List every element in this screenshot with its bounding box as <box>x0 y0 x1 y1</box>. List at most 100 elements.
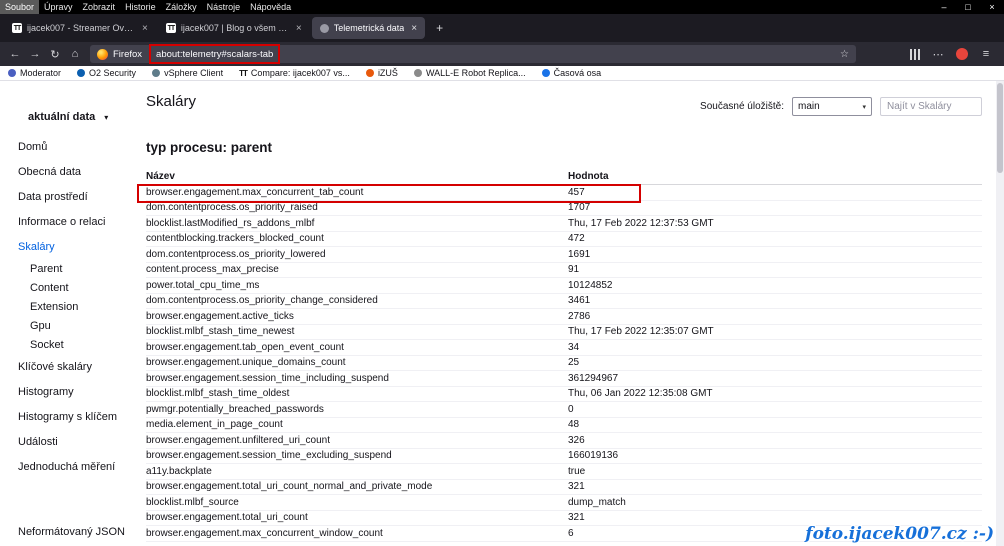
forward-button[interactable]: → <box>26 45 44 63</box>
table-row[interactable]: content.process_max_precise91 <box>146 263 982 279</box>
table-row[interactable]: blocklist.mlbf_stash_time_oldestThu, 06 … <box>146 387 982 403</box>
table-row[interactable]: browser.engagement.tab_open_event_count3… <box>146 340 982 356</box>
tab-close-icon[interactable]: × <box>411 23 417 34</box>
menu-item-soubor[interactable]: Soubor <box>0 0 39 14</box>
table-row[interactable]: pwmgr.potentially_breached_passwords0 <box>146 402 982 418</box>
bookmark-vsphere-client[interactable]: vSphere Client <box>152 68 223 78</box>
scalar-name: power.total_cpu_time_ms <box>146 280 568 291</box>
sidebar-item-neformatovany-json[interactable]: Neformátovaný JSON <box>0 520 138 545</box>
scalars-section: Skaláry Současné úložiště: main ▾ typ pr… <box>138 81 1004 546</box>
sidebar-item-skalary[interactable]: Skaláry <box>0 235 138 260</box>
maximize-button[interactable]: □ <box>956 0 980 14</box>
scalar-name: media.element_in_page_count <box>146 419 568 430</box>
search-input[interactable] <box>880 97 982 116</box>
sidebar-item-jednoducha-mereni[interactable]: Jednoduchá měření <box>0 455 138 480</box>
tab-telemetricka-data[interactable]: Telemetrická data× <box>312 17 425 39</box>
account-avatar[interactable] <box>956 48 968 60</box>
table-body: browser.engagement.max_concurrent_tab_co… <box>146 185 982 542</box>
bookmark-casova-osa[interactable]: Časová osa <box>542 68 602 78</box>
address-bar[interactable]: Firefox about:telemetry#scalars-tab ☆ <box>90 45 856 63</box>
menu-item-napoveda[interactable]: Nápověda <box>245 0 296 14</box>
back-button[interactable]: ← <box>6 45 24 63</box>
tab-close-icon[interactable]: × <box>142 23 148 34</box>
scalar-value: 166019136 <box>568 450 982 461</box>
sidebar-item-data-prostredi[interactable]: Data prostředí <box>0 185 138 210</box>
table-row[interactable]: dom.contentprocess.os_priority_lowered16… <box>146 247 982 263</box>
sidebar-item-informace-o-relaci[interactable]: Informace o relaci <box>0 210 138 235</box>
bookmark-moderator[interactable]: Moderator <box>8 68 61 78</box>
sidebar-item-klicove-skalary[interactable]: Klíčové skaláry <box>0 355 138 380</box>
sidebar-item-histogramy-s-klicem[interactable]: Histogramy s klíčem <box>0 405 138 430</box>
table-row[interactable]: browser.engagement.session_time_includin… <box>146 371 982 387</box>
scrollbar-thumb[interactable] <box>997 83 1003 173</box>
reload-button[interactable]: ↻ <box>46 45 64 63</box>
overflow-icon[interactable]: ⋯ <box>929 45 947 63</box>
sidebar-item-gpu[interactable]: Gpu <box>0 317 138 336</box>
menu-item-historie[interactable]: Historie <box>120 0 161 14</box>
table-row[interactable]: blocklist.lastModified_rs_addons_mlbfThu… <box>146 216 982 232</box>
data-source-dropdown[interactable]: aktuální data ▾ <box>0 111 138 123</box>
bookmark-wall-e-robot-replica[interactable]: WALL-E Robot Replica... <box>414 68 526 78</box>
home-button[interactable]: ⌂ <box>66 45 84 63</box>
table-row[interactable]: dom.contentprocess.os_priority_raised170… <box>146 201 982 217</box>
table-row[interactable]: browser.engagement.session_time_excludin… <box>146 449 982 465</box>
menu-item-nastroje[interactable]: Nástroje <box>202 0 246 14</box>
sidebar-item-domu[interactable]: Domů <box>0 135 138 160</box>
scalar-name: blocklist.mlbf_source <box>146 497 568 508</box>
store-select[interactable]: main ▾ <box>792 97 872 116</box>
scalar-name: contentblocking.trackers_blocked_count <box>146 233 568 244</box>
bookmark-izus[interactable]: iZUŠ <box>366 68 398 78</box>
scalars-table: Název Hodnota browser.engagement.max_con… <box>146 169 982 542</box>
menu-item-upravy[interactable]: Úpravy <box>39 0 78 14</box>
bookmark-favicon <box>366 69 374 77</box>
scrollbar[interactable] <box>996 81 1004 546</box>
table-row[interactable]: contentblocking.trackers_blocked_count47… <box>146 232 982 248</box>
new-tab-button[interactable]: + <box>427 21 452 35</box>
url-text[interactable]: about:telemetry#scalars-tab <box>156 49 273 60</box>
table-row[interactable]: browser.engagement.active_ticks2786 <box>146 309 982 325</box>
sidebar-item-obecna-data[interactable]: Obecná data <box>0 160 138 185</box>
sidebar-item-parent[interactable]: Parent <box>0 260 138 279</box>
close-button[interactable]: × <box>980 0 1004 14</box>
table-row[interactable]: power.total_cpu_time_ms10124852 <box>146 278 982 294</box>
bookmark-label: Compare: ijacek007 vs... <box>251 68 350 78</box>
tab-close-icon[interactable]: × <box>296 23 302 34</box>
table-row[interactable]: browser.engagement.unique_domains_count2… <box>146 356 982 372</box>
bookmark-star-icon[interactable]: ☆ <box>840 49 849 60</box>
library-icon[interactable] <box>910 49 920 60</box>
scalar-value: 321 <box>568 512 982 523</box>
bookmark-o2-security[interactable]: O2 Security <box>77 68 136 78</box>
menu-item-zalozky[interactable]: Záložky <box>161 0 202 14</box>
scalar-name: browser.engagement.max_concurrent_window… <box>146 528 568 539</box>
sidebar-item-histogramy[interactable]: Histogramy <box>0 380 138 405</box>
sidebar-item-udalosti[interactable]: Události <box>0 430 138 455</box>
minimize-button[interactable]: – <box>932 0 956 14</box>
menu-hamburger-icon[interactable]: ≡ <box>977 45 995 63</box>
table-row[interactable]: browser.engagement.total_uri_count_norma… <box>146 480 982 496</box>
table-row[interactable]: blocklist.mlbf_stash_time_newestThu, 17 … <box>146 325 982 341</box>
tab-favicon: TT <box>166 23 176 33</box>
table-row[interactable]: blocklist.mlbf_sourcedump_match <box>146 495 982 511</box>
table-row[interactable]: dom.contentprocess.os_priority_change_co… <box>146 294 982 310</box>
table-row[interactable]: browser.engagement.max_concurrent_tab_co… <box>146 185 982 201</box>
sidebar-item-socket[interactable]: Socket <box>0 336 138 355</box>
table-row[interactable]: a11y.backplatetrue <box>146 464 982 480</box>
tab-ijacek007-blog-o-vsem-trochu-jinak[interactable]: TTijacek007 | Blog o všem trochu jinak.× <box>158 17 310 39</box>
bookmark-label: Moderator <box>20 68 61 78</box>
sidebar-item-extension[interactable]: Extension <box>0 298 138 317</box>
menu-items: SouborÚpravyZobrazitHistorieZáložkyNástr… <box>0 0 296 14</box>
chevron-down-icon: ▾ <box>104 113 108 122</box>
bookmark-label: iZUŠ <box>378 68 398 78</box>
sidebar-item-content[interactable]: Content <box>0 279 138 298</box>
table-row[interactable]: browser.engagement.unfiltered_uri_count3… <box>146 433 982 449</box>
bookmark-compare-ijacek007-vs[interactable]: TTCompare: ijacek007 vs... <box>239 68 350 78</box>
process-heading: typ procesu: parent <box>146 140 982 155</box>
bookmark-favicon <box>8 69 16 77</box>
tab-ijacek007-streamer-overview[interactable]: TTijacek007 - Streamer Overview ...× <box>4 17 156 39</box>
bookmarks-items: Moderator O2 Security vSphere Client TTComp… <box>8 68 601 78</box>
table-row[interactable]: media.element_in_page_count48 <box>146 418 982 434</box>
tab-favicon: TT <box>12 23 22 33</box>
store-selected-value: main <box>798 101 820 112</box>
menu-item-zobrazit[interactable]: Zobrazit <box>78 0 121 14</box>
scalar-value: 48 <box>568 419 982 430</box>
